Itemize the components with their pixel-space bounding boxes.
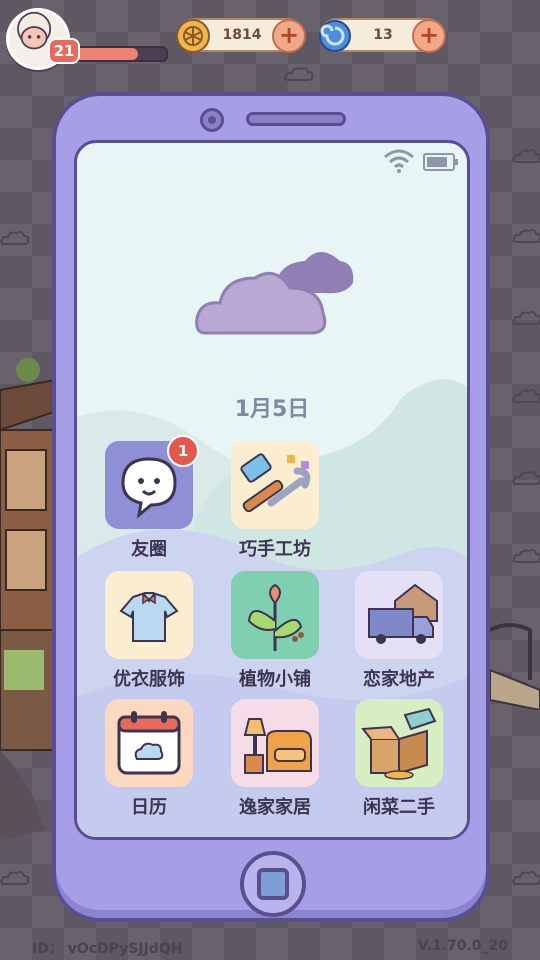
app-label: 植物小铺 [239,669,311,690]
plant-icon [231,571,319,659]
xp-progress-fill [74,48,139,60]
notification-badge: 1 [167,435,199,467]
gems-counter: 13 + [319,18,446,53]
app-home-furniture[interactable]: 逸家家居 [225,699,325,819]
calendar-icon [105,699,193,787]
cloud-icon [512,471,540,485]
add-gems-button[interactable]: + [412,19,446,53]
coins-counter: 1814 + [176,18,306,53]
coin-icon [176,19,210,53]
cloud-icon [195,252,354,335]
cloud-icon [0,231,30,245]
phone-device: 1月5日 1 友圈 巧手工坊 优衣服饰 植物小铺 恋家地产 日历 逸家家居 闲菜… [52,92,490,922]
app-label: 闲菜二手 [363,797,435,818]
shirt-icon [105,571,193,659]
app-friends-circle[interactable]: 1 友圈 [99,435,199,561]
brush-wrench-icon [231,441,319,529]
battery-icon [423,153,458,171]
app-real-estate[interactable]: 恋家地产 [349,571,449,691]
app-clothing-store[interactable]: 优衣服饰 [99,571,199,691]
cloud-icon [512,871,540,885]
chat-bubble-icon: 1 [105,435,199,529]
cloud-icon [512,311,540,325]
cloud-icon [284,67,314,81]
app-label: 日历 [131,797,167,818]
app-second-hand[interactable]: 闲菜二手 [349,699,449,819]
sofa-icon [231,699,319,787]
phone-screen: 1月5日 1 友圈 巧手工坊 优衣服饰 植物小铺 恋家地产 日历 逸家家居 闲菜… [74,140,470,840]
cloud-icon [512,549,540,563]
app-label: 恋家地产 [363,669,435,690]
app-calendar[interactable]: 日历 [99,699,199,819]
gems-value: 13 [373,27,393,43]
phone-speaker [246,112,346,126]
app-plant-shop[interactable]: 植物小铺 [225,571,325,691]
app-label: 巧手工坊 [239,539,311,560]
xp-progress-bar [72,46,168,62]
app-label: 逸家家居 [239,797,311,818]
app-label: 友圈 [131,539,167,560]
app-label: 优衣服饰 [113,669,185,690]
level-badge: 21 [48,38,80,64]
version-label: V.1.70.0_20 [417,938,508,954]
house-scenery [0,358,60,840]
home-button[interactable] [240,851,306,917]
coins-value: 1814 [222,27,262,43]
wifi-icon [384,149,414,173]
add-coins-button[interactable]: + [272,19,306,53]
moving-truck-icon [355,571,443,659]
phone-camera [200,108,224,132]
cloud-icon [0,871,30,885]
cloud-icon [512,229,540,243]
box-tag-icon [355,699,443,787]
app-craft-workshop[interactable]: 巧手工坊 [225,441,325,561]
swirl-gem-icon [319,20,351,52]
cloud-icon [512,149,540,163]
player-id: ID： vOcDPySJJdQH [32,941,183,957]
railing-scenery [490,623,540,710]
cloud-icon [512,389,540,403]
date-label: 1月5日 [234,397,310,422]
